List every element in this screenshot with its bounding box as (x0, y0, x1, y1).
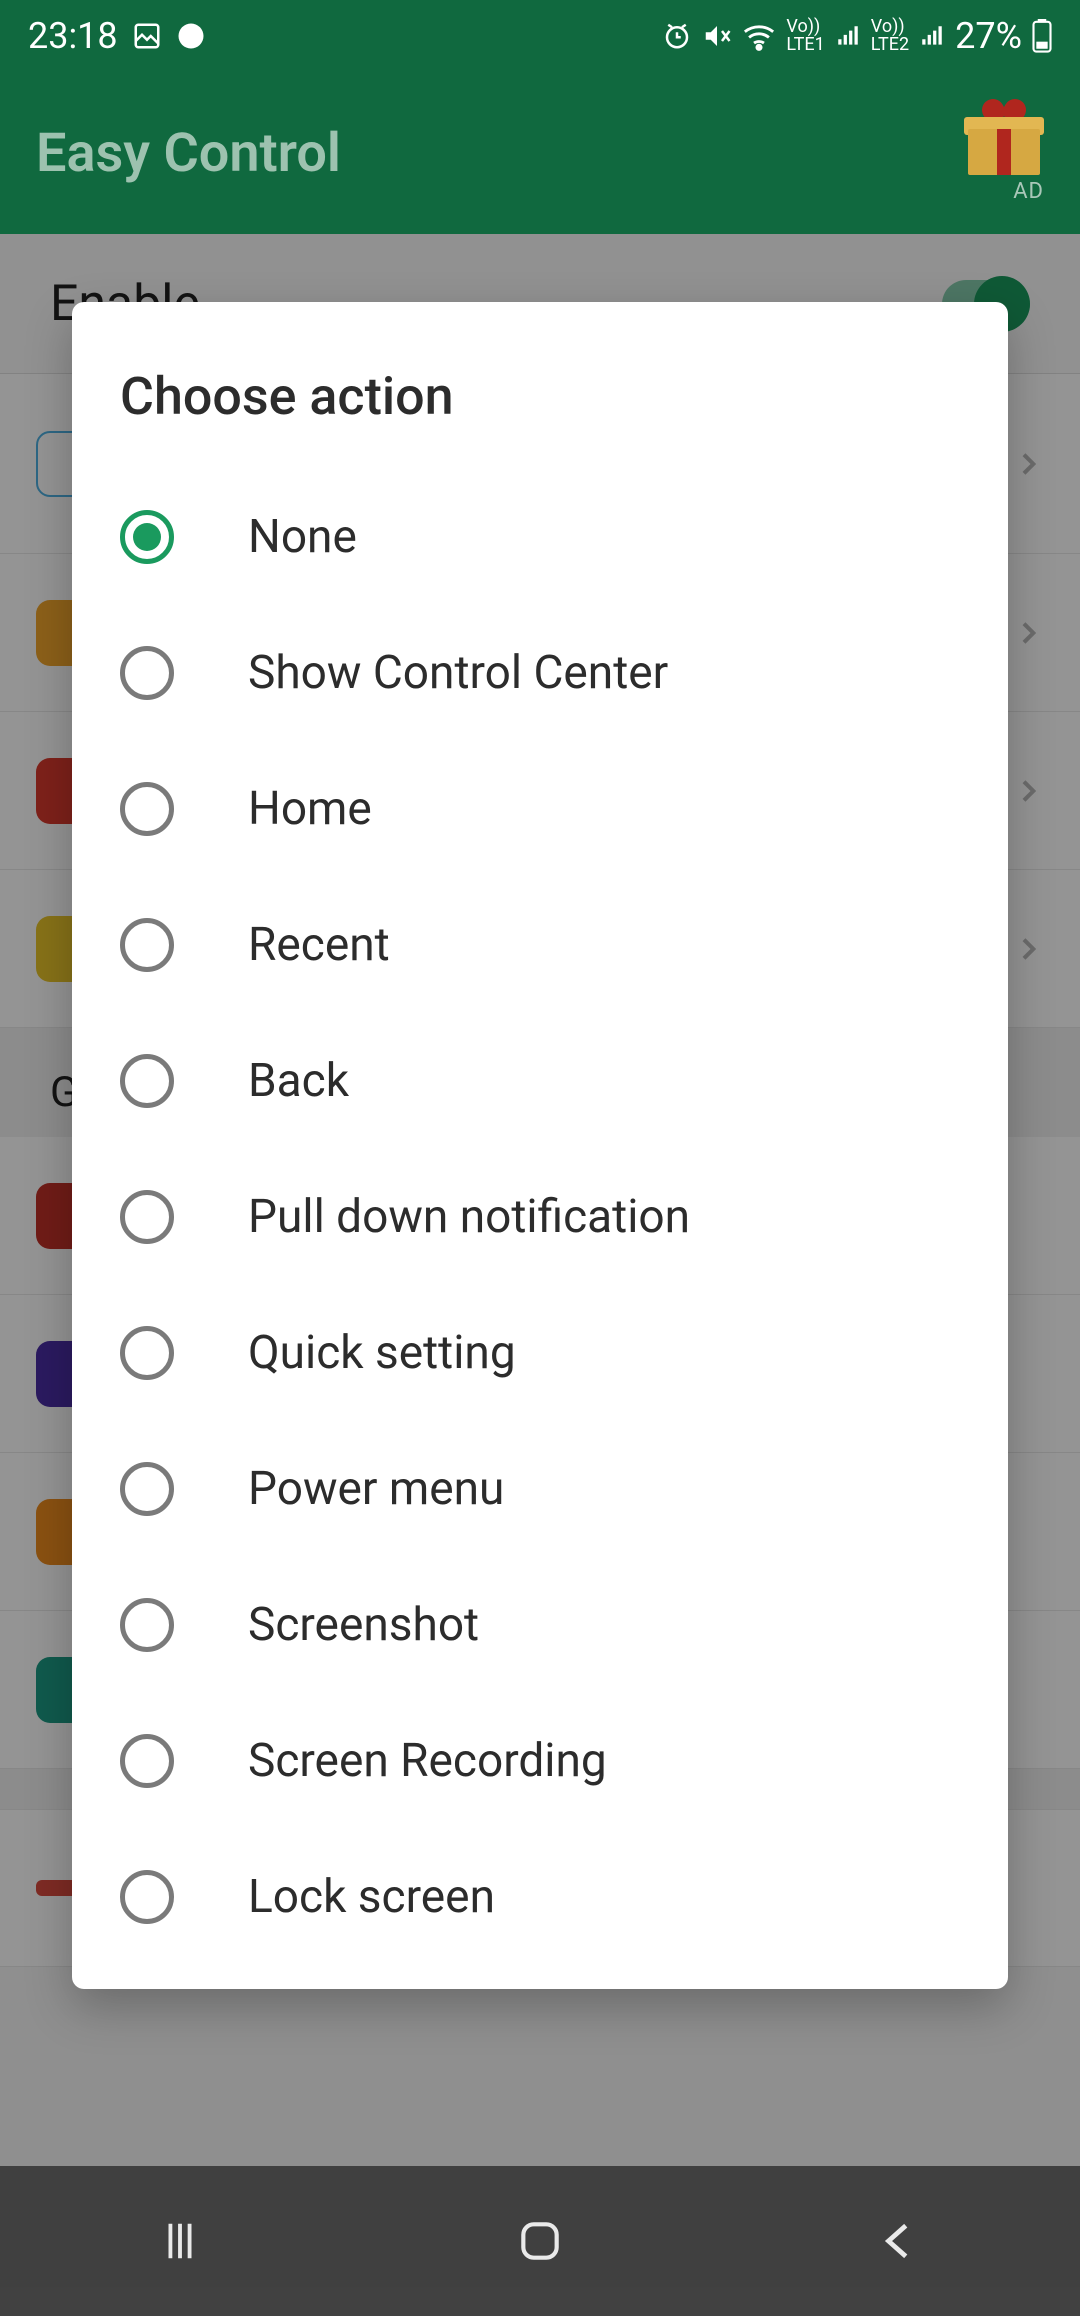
dialog-option-label: Screenshot (248, 1598, 479, 1652)
radio-icon (120, 646, 174, 700)
face-icon (176, 21, 206, 51)
battery-icon (1032, 19, 1052, 53)
radio-icon (120, 1054, 174, 1108)
dialog-option-label: Recent (248, 918, 390, 972)
radio-icon (120, 1190, 174, 1244)
status-right: Vo))LTE1 Vo))LTE2 27% (662, 15, 1052, 57)
dialog-option[interactable]: Back (72, 1013, 1008, 1149)
lte1-icon: Vo))LTE1 (786, 18, 824, 54)
signal1-icon (835, 23, 861, 49)
image-icon (132, 21, 162, 51)
dialog-option-label: Power menu (248, 1462, 504, 1516)
status-bar: 23:18 Vo))LTE1 Vo))LTE2 27% (0, 0, 1080, 72)
dialog-option-label: None (248, 510, 357, 564)
status-time: 23:18 (28, 15, 118, 57)
radio-icon (120, 1326, 174, 1380)
dialog-option-label: Lock screen (248, 1870, 495, 1924)
battery-percent: 27% (955, 15, 1022, 57)
dialog-option[interactable]: Pull down notification (72, 1149, 1008, 1285)
radio-icon (120, 1462, 174, 1516)
dialog-option-label: Show Control Center (248, 646, 668, 700)
dialog-option[interactable]: Screen Recording (72, 1693, 1008, 1829)
dialog-option-label: Back (248, 1054, 349, 1108)
dialog-option-label: Screen Recording (248, 1734, 607, 1788)
dialog-option[interactable]: None (72, 469, 1008, 605)
radio-icon (120, 1598, 174, 1652)
radio-icon (120, 918, 174, 972)
alarm-icon (662, 21, 692, 51)
radio-icon (120, 1870, 174, 1924)
dialog-option[interactable]: Lock screen (72, 1829, 1008, 1965)
choose-action-dialog: Choose action None Show Control Center Hom… (72, 302, 1008, 1989)
signal2-icon (919, 23, 945, 49)
dialog-option[interactable]: Screenshot (72, 1557, 1008, 1693)
home-button[interactable] (460, 2216, 620, 2266)
dialog-option-label: Quick setting (248, 1326, 516, 1380)
app-title: Easy Control (36, 122, 341, 185)
back-button[interactable] (820, 2218, 980, 2264)
dialog-option[interactable]: Power menu (72, 1421, 1008, 1557)
navigation-bar (0, 2166, 1080, 2316)
ad-label: AD (1013, 179, 1044, 204)
gift-icon (964, 103, 1044, 175)
dialog-title: Choose action (72, 352, 1008, 469)
dialog-option[interactable]: Home (72, 741, 1008, 877)
status-left: 23:18 (28, 15, 206, 57)
dialog-options: None Show Control Center Home Recent Back Pul… (72, 469, 1008, 1965)
radio-icon (120, 782, 174, 836)
dialog-option-label: Pull down notification (248, 1190, 690, 1244)
app-bar: Easy Control AD (0, 72, 1080, 234)
gift-ad[interactable]: AD (964, 103, 1044, 204)
dialog-option-label: Home (248, 782, 372, 836)
dialog-option[interactable]: Recent (72, 877, 1008, 1013)
dialog-option[interactable]: Quick setting (72, 1285, 1008, 1421)
dialog-option[interactable]: Show Control Center (72, 605, 1008, 741)
lte2-icon: Vo))LTE2 (871, 18, 909, 54)
recents-button[interactable] (100, 2218, 260, 2264)
mute-icon (702, 21, 732, 51)
wifi-icon (742, 21, 776, 51)
radio-icon (120, 510, 174, 564)
radio-icon (120, 1734, 174, 1788)
